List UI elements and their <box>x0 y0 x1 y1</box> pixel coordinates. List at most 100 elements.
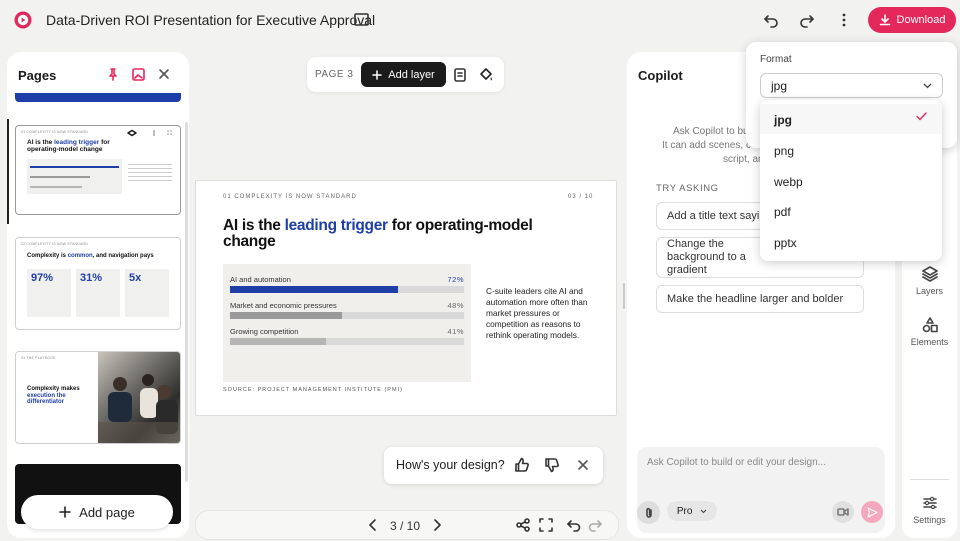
settings-label: Settings <box>913 515 946 525</box>
layers-label: Layers <box>915 286 943 296</box>
pages-panel-title: Pages <box>18 68 57 83</box>
page-label: PAGE 3 <box>315 69 354 80</box>
bar-row: Growing competition 41% <box>230 324 464 346</box>
panel-resize-handle[interactable] <box>623 283 625 309</box>
thumb-actions <box>126 129 176 137</box>
app-logo-icon[interactable] <box>14 11 32 29</box>
rail-elements[interactable]: Elements <box>902 317 957 347</box>
thumb-title-a: Complexity makes <box>27 386 80 392</box>
slide-title-highlight: leading trigger <box>284 217 388 234</box>
mode-select[interactable]: Pro <box>667 501 717 521</box>
media-icon[interactable] <box>832 501 854 523</box>
next-page-icon[interactable] <box>432 519 442 531</box>
pages-scrollbar[interactable] <box>185 122 188 482</box>
plus-icon <box>59 506 71 518</box>
format-option-webp[interactable]: webp <box>774 175 803 189</box>
thumbs-up-icon[interactable] <box>514 457 530 473</box>
close-feedback-icon[interactable] <box>578 460 588 470</box>
slide-title[interactable]: AI is the leading trigger for operating-… <box>223 218 553 250</box>
format-options-list: jpg png webp pdf pptx <box>760 100 942 261</box>
thumb-stat-value: 97% <box>31 272 54 284</box>
format-option-pdf[interactable]: pdf <box>774 205 791 219</box>
format-option-png[interactable]: png <box>774 144 794 158</box>
fill-color-icon[interactable] <box>479 67 494 82</box>
redo-icon[interactable] <box>588 518 602 532</box>
layers-icon <box>921 266 938 282</box>
page-thumbnail-4[interactable]: 02 COMPLEXITY IS NOW STANDARD Complexity… <box>15 237 181 330</box>
rail-layers[interactable]: Layers <box>902 266 957 296</box>
thumb-title-a: Complexity is <box>27 253 67 259</box>
thumbs-down-icon[interactable] <box>544 457 560 473</box>
thumb-header: 03 THE PLAYBOOK <box>21 356 56 360</box>
bar-fill <box>230 286 398 293</box>
thumb-stat-card: 5x <box>125 269 169 317</box>
previous-page-thumbnail[interactable] <box>15 93 181 102</box>
slide-title-part-a: AI is the <box>223 217 285 234</box>
rail-divider <box>910 479 949 480</box>
plus-icon <box>372 69 382 80</box>
slide-canvas[interactable]: 01 COMPLEXITY IS NOW STANDARD 03 / 10 AI… <box>195 180 617 416</box>
bar-label: Growing competition <box>230 327 299 336</box>
format-label: Format <box>760 54 792 65</box>
add-layer-label: Add layer <box>388 68 435 81</box>
copilot-intro-line1: Ask Copilot to bui <box>673 126 751 137</box>
document-title[interactable]: Data-Driven ROI Presentation for Executi… <box>46 12 375 28</box>
active-page-indicator <box>7 119 9 224</box>
slide-body-text[interactable]: C-suite leaders cite AI and automation m… <box>486 286 598 341</box>
pin-icon[interactable] <box>107 68 119 81</box>
chat-input-box[interactable]: Ask Copilot to build or edit your design… <box>637 447 885 533</box>
canvas-toolbar: PAGE 3 Add layer <box>307 57 504 92</box>
present-icon[interactable] <box>354 13 369 26</box>
rail-settings[interactable]: Settings <box>902 495 957 525</box>
slide-source: SOURCE: PROJECT MANAGEMENT INSTITUTE (PM… <box>223 387 403 393</box>
bar-label: AI and automation <box>230 275 291 284</box>
add-page-label: Add page <box>79 504 135 520</box>
attach-icon[interactable] <box>637 501 660 524</box>
format-option-pptx[interactable]: pptx <box>774 236 797 250</box>
redo-icon[interactable] <box>799 12 815 28</box>
fullscreen-icon[interactable] <box>539 518 553 532</box>
suggestion-chip[interactable]: Make the headline larger and bolder <box>656 285 864 313</box>
previous-page-icon[interactable] <box>368 519 378 531</box>
check-icon <box>916 112 927 121</box>
format-selected-value: jpg <box>771 78 788 93</box>
copilot-intro-line2: It can add scenes, c <box>662 140 751 151</box>
download-label: Download <box>896 14 946 26</box>
bar-track <box>230 286 464 293</box>
bar-value-label: 72% <box>447 275 464 284</box>
download-icon <box>879 14 891 26</box>
thumb-title-b: execution the differentiator <box>27 392 66 406</box>
suggestion-chip[interactable]: Add a title text saying <box>656 202 776 230</box>
thumb-title-b: common <box>67 253 93 259</box>
send-icon[interactable] <box>861 501 883 523</box>
thumb-header: 02 COMPLEXITY IS NOW STANDARD <box>21 242 88 246</box>
try-asking-heading: TRY ASKING <box>656 183 719 194</box>
slide-page-number: 03 / 10 <box>568 194 594 200</box>
settings-sliders-icon <box>922 495 938 511</box>
page-thumbnail-5[interactable]: 03 THE PLAYBOOK Complexity makes executi… <box>15 351 181 444</box>
bar-chart-card[interactable]: AI and automation 72% Market and economic … <box>223 264 471 382</box>
download-button[interactable]: Download <box>868 7 956 33</box>
format-select[interactable]: jpg <box>760 73 943 98</box>
chat-input-placeholder[interactable]: Ask Copilot to build or edit your design… <box>647 457 826 468</box>
undo-icon[interactable] <box>763 12 779 28</box>
thumb-team-photo <box>98 352 180 443</box>
page-settings-icon[interactable] <box>454 68 466 82</box>
format-option-jpg[interactable]: jpg <box>774 113 792 127</box>
thumb-stat-card: 31% <box>76 269 120 317</box>
undo-icon[interactable] <box>567 518 581 532</box>
add-page-button[interactable]: Add page <box>21 495 173 529</box>
page-thumbnail-3[interactable]: 01 COMPLEXITY IS NOW STANDARD AI is the … <box>15 125 181 215</box>
pages-panel: Pages 01 COMPLEXITY IS NOW STANDARD AI i… <box>7 52 189 538</box>
add-layer-button[interactable]: Add layer <box>361 62 446 87</box>
more-options-icon[interactable] <box>837 12 851 28</box>
close-pages-icon[interactable] <box>158 68 170 80</box>
share-icon[interactable] <box>516 518 530 532</box>
thumb-stat-card: 97% <box>27 269 71 317</box>
bar-value-label: 48% <box>447 301 464 310</box>
slide-kicker: 01 COMPLEXITY IS NOW STANDARD <box>223 194 357 200</box>
thumb-title: Complexity is common, and navigation pay… <box>27 253 177 259</box>
feedback-question: How's your design? <box>396 458 505 472</box>
elements-icon <box>922 317 938 333</box>
image-icon[interactable] <box>132 68 145 81</box>
